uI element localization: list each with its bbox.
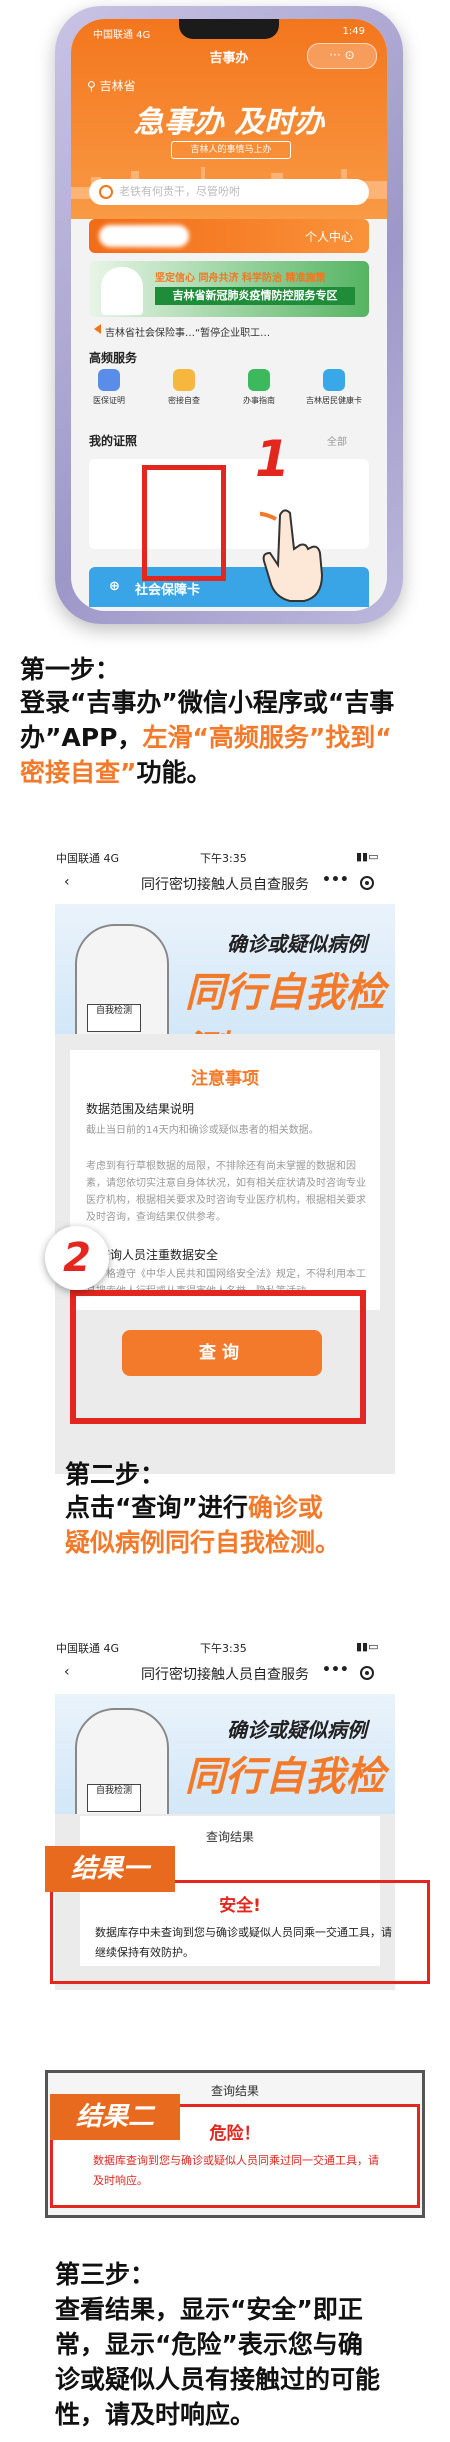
result1-tag: 结果一 xyxy=(45,1846,175,1892)
notice-para-2: 考虑到有行草根数据的局限，不排除还有尚未掌握的数据和因素，请您依切实注意自身体状… xyxy=(86,1161,366,1223)
search-icon xyxy=(99,185,113,199)
document-icon xyxy=(248,369,270,391)
battery-icon: ▮▮▭ xyxy=(356,850,379,863)
status-bar-2: 中国联通 4G xyxy=(56,852,120,865)
user-card[interactable]: 个人中心 xyxy=(89,219,369,253)
battery-icon: ▮▮▭ xyxy=(356,1640,379,1653)
speaker-icon xyxy=(89,324,101,334)
status-time-3: 下午3:35 xyxy=(200,1642,247,1655)
doctor-sign: 自我检测 xyxy=(87,1784,141,1812)
pointing-hand-icon xyxy=(260,509,324,602)
banner-slogan: 坚定信心 同舟共济 科学防治 精准施策 xyxy=(155,273,326,284)
status-bar-3: 中国联通 4G xyxy=(56,1642,120,1655)
notice-heading-1: 数据范围及结果说明 xyxy=(86,1102,195,1116)
step1-description: 登录“吉事办”微信小程序或“吉事 办”APP，左滑“高频服务”找到“ 密接自查”… xyxy=(20,688,395,787)
poster-subtitle: 确诊或疑似病例 xyxy=(227,1718,367,1742)
step2-title: 第二步： xyxy=(65,1460,166,1489)
high-freq-title: 高频服务 xyxy=(89,351,138,365)
close-miniprogram-icon[interactable] xyxy=(360,1666,374,1680)
shield-check-icon xyxy=(173,369,195,391)
service-contact-selfcheck[interactable]: 密接自查 xyxy=(156,369,212,406)
poster-banner: 自我检测 确诊或疑似病例 同行自我检测 xyxy=(55,904,395,1034)
close-miniprogram-icon[interactable] xyxy=(360,876,374,890)
phone-screen: 中国联通 4G 1:49 吉事办 ··· ⊙ ⚲ 吉林省 急事办 及时办 吉林人… xyxy=(71,19,387,611)
card-icon: ⊕ xyxy=(109,579,120,594)
query-button[interactable]: 查询 xyxy=(122,1330,322,1376)
covid-service-banner[interactable]: 坚定信心 同舟共济 科学防治 精准施策 吉林省新冠肺炎疫情防控服务专区 xyxy=(89,261,369,317)
result1-subtitle: 查询结果 xyxy=(205,1830,254,1844)
page-title-3: 同行密切接触人员自查服务 xyxy=(141,1667,309,1683)
notice-bar[interactable]: 吉林省社会保险事…“暂停企业职工… xyxy=(89,324,369,339)
more-menu-icon[interactable]: ••• xyxy=(322,1662,349,1678)
province-selector[interactable]: ⚲ 吉林省 xyxy=(87,77,136,94)
user-avatar-blurred xyxy=(99,225,189,247)
id-card-icon xyxy=(98,369,120,391)
location-icon: ⚲ xyxy=(87,79,100,93)
step2-description: 点击“查询”进行确诊或 疑似病例同行自我检测。 xyxy=(65,1493,341,1557)
user-center-link[interactable]: 个人中心 xyxy=(305,228,353,245)
step-number-1: 1 xyxy=(255,430,290,488)
battery-label: 1:49 xyxy=(342,26,365,37)
miniprogram-capsule[interactable]: ··· ⊙ xyxy=(307,43,377,69)
status-bar: 中国联通 4G 1:49 xyxy=(71,19,387,43)
my-licenses-title: 我的证照 xyxy=(89,434,138,448)
service-medical-certificate[interactable]: 医保证明 xyxy=(81,369,137,406)
doctor-sign: 自我检测 xyxy=(87,1004,141,1032)
result2-tag: 结果二 xyxy=(50,2094,180,2140)
status-time-2: 下午3:35 xyxy=(200,852,247,865)
service-health-card[interactable]: 吉林居民健康卡 xyxy=(306,369,362,406)
banner-title: 吉林省新冠肺炎疫情防控服务专区 xyxy=(155,287,355,305)
search-input[interactable]: 老铁有何贵干，尽管吩咐 xyxy=(89,179,369,205)
result1-box: 安全! 数据库存中未查询到您与确诊或疑似人员同乘一交通工具，请继续保持有效防护。 xyxy=(50,1880,430,1984)
page-title-2: 同行密切接触人员自查服务 xyxy=(141,877,309,893)
service-row: 医保证明 密接自查 办事指南 吉林居民健康卡 xyxy=(81,369,381,419)
result1-status: 安全! xyxy=(219,1896,261,1916)
poster-title: 同行自我检测 xyxy=(185,1753,385,1814)
result1-message: 数据库存中未查询到您与确诊或疑似人员同乘一交通工具，请继续保持有效防护。 xyxy=(95,1926,392,1959)
result2-message: 数据库查询到您与确诊或疑似人员同乘过同一交通工具，请及时响应。 xyxy=(93,2154,379,2187)
slogan: 急事办 及时办 xyxy=(133,105,325,140)
highlight-box-service xyxy=(142,465,226,581)
poster-banner-3: 自我检测 确诊或疑似病例 同行自我检测 xyxy=(55,1694,395,1814)
all-link[interactable]: 全部 xyxy=(327,433,347,448)
poster-subtitle: 确诊或疑似病例 xyxy=(227,932,367,956)
step1-title: 第一步： xyxy=(20,655,121,684)
sub-slogan: 吉林人的事情马上办 xyxy=(171,141,291,159)
notice-title: 注意事项 xyxy=(191,1069,259,1089)
step3-title: 第三步： xyxy=(55,2260,156,2289)
health-card-icon xyxy=(323,369,345,391)
notice-para-1: 截止当日前的14天内和确诊或疑似患者的相关数据。 xyxy=(86,1125,319,1136)
step3-description: 查看结果，显示“安全”即正 常，显示“危险”表示您与确 诊或疑似人员有接触过的可… xyxy=(55,2295,381,2429)
service-guide[interactable]: 办事指南 xyxy=(231,369,287,406)
medic-illustration xyxy=(101,267,143,315)
more-menu-icon[interactable]: ••• xyxy=(322,872,349,888)
step-number-2: 2 xyxy=(45,1226,109,1290)
carrier-label: 中国联通 4G xyxy=(93,30,151,41)
notice-card: 注意事项 数据范围及结果说明 截止当日前的14天内和确诊或疑似患者的相关数据。 … xyxy=(70,1050,380,1310)
poster-title: 同行自我检测 xyxy=(185,969,385,1034)
